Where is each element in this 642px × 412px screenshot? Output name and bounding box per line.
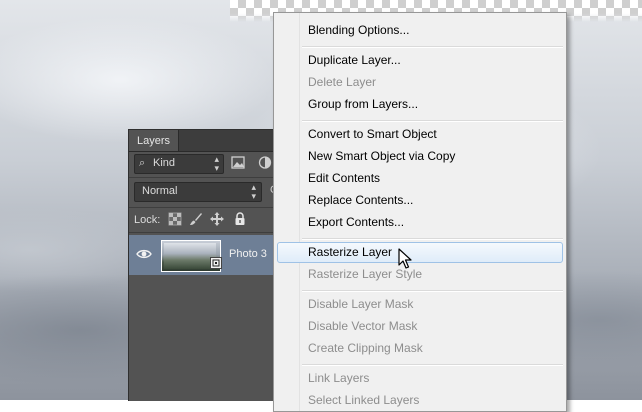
filter-kind-value: Kind: [153, 157, 176, 169]
layer-row[interactable]: Photo 3: [129, 235, 289, 275]
menu-item-group-from-layers[interactable]: Group from Layers...: [308, 97, 418, 112]
blend-mode-select[interactable]: Normal ▴ ▾: [134, 182, 262, 202]
menu-item-disable-layer-mask[interactable]: Disable Layer Mask: [308, 297, 413, 312]
menu-gutter: [299, 13, 300, 411]
menu-item-export-contents[interactable]: Export Contents...: [308, 215, 404, 230]
panel-tab-bar: Layers: [129, 130, 289, 152]
lock-row: Lock:: [134, 212, 284, 230]
menu-item-select-linked-layers[interactable]: Select Linked Layers: [308, 393, 419, 408]
divider: [129, 207, 289, 208]
layers-list-empty-area: [129, 275, 289, 401]
divider: [129, 232, 289, 233]
lock-position-icon[interactable]: [210, 212, 224, 226]
lock-image-pixels-icon[interactable]: [189, 212, 203, 226]
layer-name[interactable]: Photo 3: [229, 248, 267, 260]
menu-separator: [302, 238, 563, 240]
tab-layers[interactable]: Layers: [129, 130, 180, 151]
menu-item-disable-vector-mask[interactable]: Disable Vector Mask: [308, 319, 417, 334]
divider: [129, 177, 289, 178]
layer-filter-row: ⌕ Kind ▴ ▾: [134, 154, 284, 174]
menu-item-delete-layer[interactable]: Delete Layer: [308, 75, 376, 90]
lock-all-icon[interactable]: [233, 212, 247, 226]
menu-item-blending-options[interactable]: Blending Options...: [308, 23, 409, 38]
menu-separator: [302, 46, 563, 48]
menu-item-edit-contents[interactable]: Edit Contents: [308, 171, 380, 186]
blend-mode-value: Normal: [142, 185, 178, 197]
menu-separator: [302, 120, 563, 122]
updown-arrows-icon: ▴ ▾: [251, 182, 256, 201]
lock-label: Lock:: [134, 214, 161, 226]
menu-item-link-layers[interactable]: Link Layers: [308, 371, 369, 386]
mouse-cursor-icon: [398, 248, 412, 269]
adjustment-filter-icon[interactable]: [258, 156, 272, 169]
menu-item-duplicate-layer[interactable]: Duplicate Layer...: [308, 53, 401, 68]
menu-item-rasterize-layer[interactable]: Rasterize Layer: [308, 245, 392, 260]
menu-item-create-clipping-mask[interactable]: Create Clipping Mask: [308, 341, 423, 356]
menu-item-convert-to-smart-object[interactable]: Convert to Smart Object: [308, 127, 437, 142]
menu-item-replace-contents[interactable]: Replace Contents...: [308, 193, 413, 208]
updown-arrows-icon: ▴ ▾: [214, 154, 219, 173]
menu-item-new-smart-object-via-copy[interactable]: New Smart Object via Copy: [308, 149, 455, 164]
menu-separator: [302, 290, 563, 292]
thumbnail-image: [164, 243, 216, 269]
filter-kind-select[interactable]: ⌕ Kind ▴ ▾: [134, 154, 224, 174]
image-filter-icon[interactable]: [231, 156, 245, 169]
eye-icon[interactable]: [136, 247, 152, 261]
layer-context-menu: Blending Options... Duplicate Layer... D…: [273, 12, 567, 412]
lock-transparent-pixels-icon[interactable]: [168, 212, 182, 226]
layers-panel: Layers ⌕ Kind ▴▾ Normal ▴▾ O Lock:: [128, 129, 289, 401]
search-icon: ⌕: [139, 157, 146, 169]
blend-row: Normal ▴▾ O: [134, 182, 284, 202]
menu-separator: [302, 364, 563, 366]
smart-object-badge-icon: [210, 257, 222, 269]
